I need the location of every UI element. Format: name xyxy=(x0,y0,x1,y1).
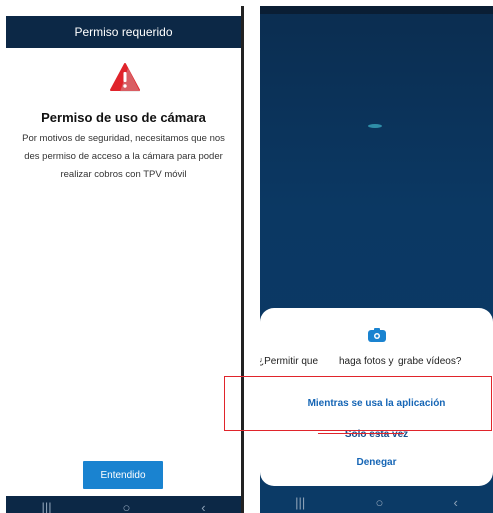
question-part-2: haga fotos y xyxy=(339,356,394,367)
home-icon[interactable]: ○ xyxy=(375,495,383,510)
back-icon[interactable]: ‹ xyxy=(454,495,458,510)
left-phone-screen: Permiso requerido Permiso de uso de cáma… xyxy=(6,6,241,513)
header-bar: Permiso requerido xyxy=(6,16,241,48)
allow-only-once-button[interactable]: Solo esta vez xyxy=(260,429,493,440)
question-part-3: grabe vídeos? xyxy=(398,356,462,367)
camera-icon xyxy=(368,328,386,342)
permission-dialog: ¿Permitir que haga fotos y grabe vídeos?… xyxy=(260,308,493,486)
warning-icon xyxy=(110,63,140,92)
recent-apps-icon[interactable]: ||| xyxy=(41,500,51,513)
screen-divider xyxy=(241,6,244,513)
navigation-bar-right: ||| ○ ‹ xyxy=(260,492,493,513)
question-part-1: ¿Permitir que xyxy=(260,356,319,367)
screenshot-stage: Permiso requerido Permiso de uso de cáma… xyxy=(0,0,493,513)
permission-title: Permiso de uso de cámara xyxy=(41,110,206,125)
confirm-button[interactable]: Entendido xyxy=(83,461,163,489)
back-icon[interactable]: ‹ xyxy=(201,500,205,513)
header-title: Permiso requerido xyxy=(74,25,173,39)
deny-button[interactable]: Denegar xyxy=(260,457,493,468)
loading-indicator xyxy=(368,124,382,128)
permission-description: Por motivos de seguridad, necesitamos qu… xyxy=(22,133,225,180)
strikethrough-line xyxy=(318,433,404,434)
status-strip xyxy=(260,6,493,14)
home-icon[interactable]: ○ xyxy=(122,500,130,513)
navigation-bar: ||| ○ ‹ xyxy=(6,496,241,513)
recent-apps-icon[interactable]: ||| xyxy=(295,495,305,510)
allow-while-using-button[interactable]: Mientras se usa la aplicación xyxy=(260,398,493,409)
right-phone-screen: ¿Permitir que haga fotos y grabe vídeos?… xyxy=(260,6,493,513)
